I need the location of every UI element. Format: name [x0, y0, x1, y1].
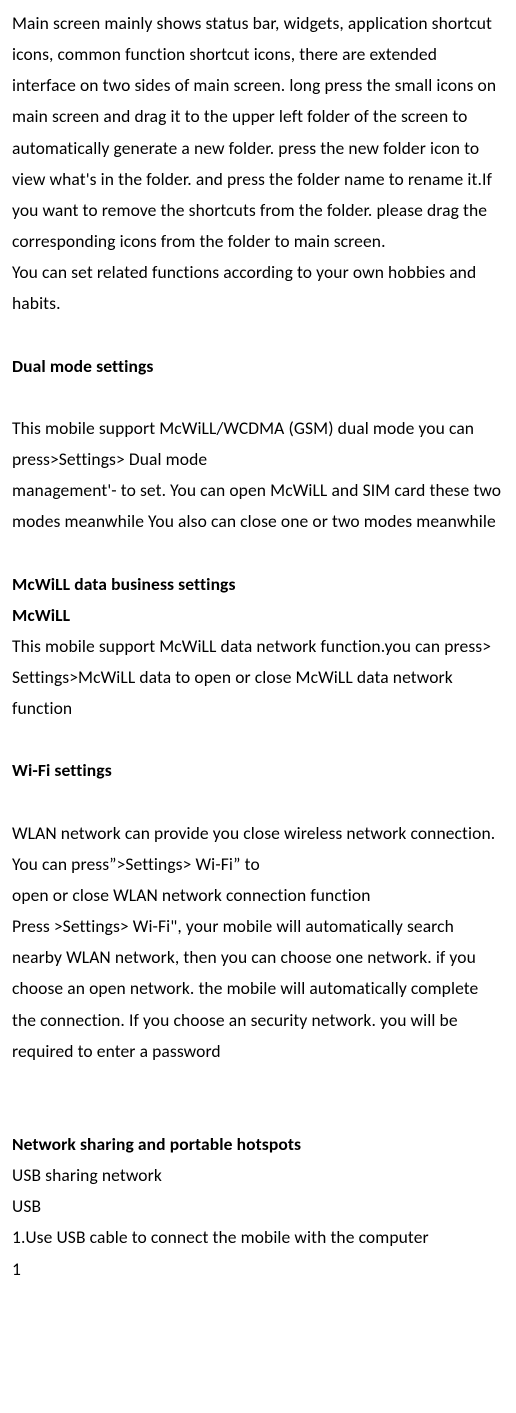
spacer [12, 537, 504, 568]
dual-mode-body-2: management'- to set. You can open McWiLL… [12, 475, 504, 537]
intro-paragraph-2: You can set related functions according … [12, 257, 504, 319]
dual-mode-body-1: This mobile support McWiLL/WCDMA (GSM) d… [12, 413, 504, 475]
spacer [12, 382, 504, 413]
network-line-2: USB [12, 1191, 504, 1222]
spacer [12, 1067, 504, 1098]
network-line-3: 1.Use USB cable to connect the mobile wi… [12, 1222, 504, 1253]
mcwill-heading: McWiLL data business settings [12, 569, 504, 600]
dual-mode-heading: Dual mode settings [12, 351, 504, 382]
intro-paragraph-1: Main screen mainly shows status bar, wid… [12, 8, 504, 257]
spacer [12, 319, 504, 350]
wifi-body-3: Press >Settings> Wi-Fi", your mobile wil… [12, 911, 504, 1067]
network-line-1: USB sharing network [12, 1160, 504, 1191]
network-heading: Network sharing and portable hotspots [12, 1129, 504, 1160]
spacer [12, 724, 504, 755]
mcwill-subheading: McWiLL [12, 600, 504, 631]
wifi-heading: Wi-Fi settings [12, 755, 504, 786]
spacer [12, 787, 504, 818]
mcwill-body: This mobile support McWiLL data network … [12, 631, 504, 724]
page-number: 1 [12, 1254, 504, 1285]
wifi-body-1: WLAN network can provide you close wirel… [12, 818, 504, 880]
wifi-body-2: open or close WLAN network connection fu… [12, 880, 504, 911]
spacer [12, 1098, 504, 1129]
